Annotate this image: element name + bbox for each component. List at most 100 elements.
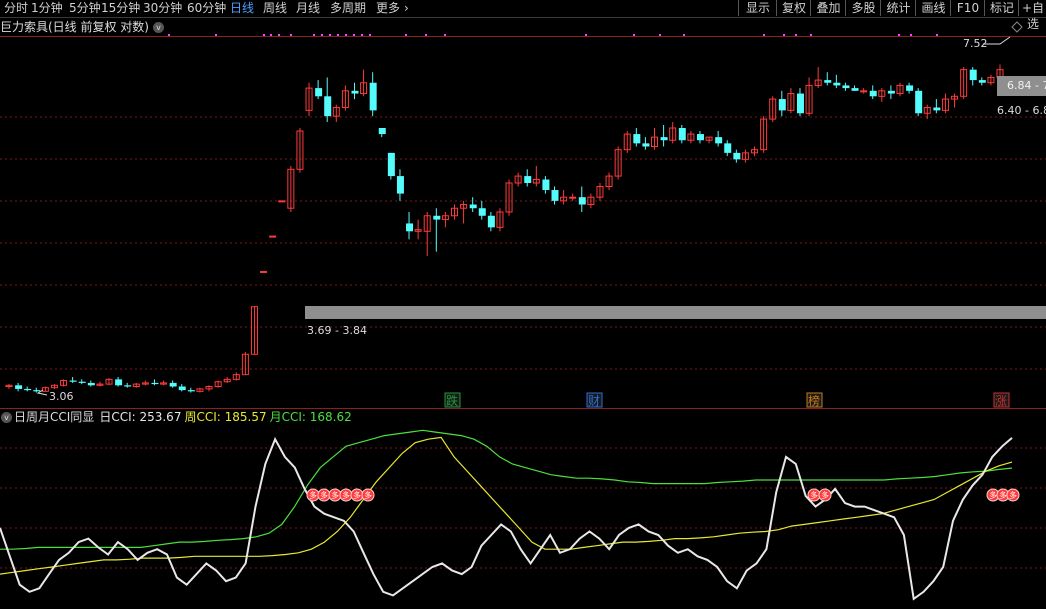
signal-dot	[345, 34, 347, 36]
candle-body	[187, 390, 195, 392]
event-badge-label: 涨	[995, 393, 1007, 408]
candle-body	[633, 134, 641, 144]
buy-signal-glyph: 多	[821, 490, 829, 500]
signal-dot	[369, 34, 371, 36]
buy-signal-glyph: 多	[320, 490, 328, 500]
candle-body	[933, 107, 941, 111]
candle-body	[860, 90, 868, 93]
candle-body	[578, 197, 586, 205]
low-price-label: 3.06	[49, 390, 74, 403]
signal-dot	[215, 34, 217, 36]
signal-dot	[444, 34, 446, 36]
candle-body	[433, 215, 441, 220]
signal-dot	[783, 34, 785, 36]
event-badge-label: 榜	[808, 393, 820, 408]
candle-body	[969, 69, 977, 81]
candle-body	[869, 90, 877, 97]
event-badge-label: 跌	[446, 393, 458, 408]
signal-dot	[405, 34, 407, 36]
price-range-mid-label: 6.40 - 6.8	[997, 104, 1046, 117]
candle-body	[178, 386, 186, 391]
candle-body	[260, 270, 268, 273]
candle-body	[33, 390, 41, 392]
signal-dot	[585, 34, 587, 36]
buy-signal-glyph: 多	[331, 490, 339, 500]
candle-body	[378, 128, 386, 135]
candle-body	[642, 143, 650, 147]
signal-dot	[763, 34, 765, 36]
buy-signal-glyph: 多	[342, 490, 350, 500]
buy-signal-glyph: 多	[999, 490, 1007, 500]
candle-body	[406, 223, 414, 232]
candle-body	[351, 90, 359, 94]
signal-dot	[337, 34, 339, 36]
candle-body	[78, 381, 86, 383]
diamond-icon	[1011, 21, 1023, 33]
signal-dot	[683, 34, 685, 36]
candle-body	[87, 382, 95, 386]
candle-body	[124, 385, 132, 387]
candle-body	[851, 88, 859, 91]
signal-dot	[263, 34, 265, 36]
candle-body	[115, 379, 123, 386]
candle-body	[324, 96, 332, 117]
signal-dot	[278, 34, 280, 36]
candle-body	[724, 143, 732, 153]
candle-body	[69, 380, 77, 382]
candle-body	[542, 179, 550, 191]
candle-body	[15, 385, 23, 389]
signal-dot	[910, 34, 912, 36]
candle-body	[569, 196, 577, 199]
signal-dot	[353, 34, 355, 36]
candle-body	[369, 82, 377, 111]
candle-body	[915, 90, 923, 114]
candle-body	[778, 99, 786, 111]
candle-body	[169, 382, 177, 387]
signal-dot	[168, 34, 170, 36]
candle-body	[151, 382, 159, 385]
signal-dot	[313, 34, 315, 36]
price-range-high-label: 6.84 - 7	[1007, 79, 1046, 92]
candle-body	[824, 80, 832, 83]
day-cci-line	[0, 436, 1013, 601]
price-range-bar	[305, 306, 1046, 319]
candle-body	[469, 204, 477, 209]
candle-body	[796, 93, 804, 114]
candle-body	[906, 85, 914, 91]
candle-body	[24, 388, 32, 391]
candle-body	[678, 128, 686, 141]
candle-body	[396, 176, 404, 194]
buy-signal-glyph: 多	[989, 490, 997, 500]
signal-dot	[290, 34, 292, 36]
candle-body	[478, 208, 486, 216]
candle-body	[696, 134, 704, 141]
event-badge-label: 财	[588, 394, 600, 408]
candle-body	[833, 82, 841, 86]
signal-dot	[425, 34, 427, 36]
candle-body	[487, 215, 495, 228]
chart-canvas[interactable]: 3.69 - 3.846.84 - 76.40 - 6.87.523.06 跌财榜…	[0, 0, 1046, 609]
signal-dot	[659, 34, 661, 36]
candle-body	[269, 235, 277, 238]
signal-dot	[810, 34, 812, 36]
candle-body	[978, 80, 986, 83]
price-range-low-label: 3.69 - 3.84	[307, 324, 367, 337]
candle-body	[887, 90, 895, 94]
signal-dot	[270, 34, 272, 36]
candle-body	[524, 176, 532, 183]
signal-dot	[321, 34, 323, 36]
signal-dot	[633, 34, 635, 36]
candle-body	[733, 152, 741, 160]
candle-body	[387, 152, 395, 177]
candle-body	[842, 85, 850, 89]
signal-dot	[361, 34, 363, 36]
buy-signal-glyph: 多	[1009, 490, 1017, 500]
buy-signal-glyph: 多	[810, 490, 818, 500]
candle-body	[278, 200, 286, 203]
buy-signal-glyph: 多	[364, 490, 372, 500]
signal-dot	[329, 34, 331, 36]
candle-body	[715, 137, 723, 144]
buy-signal-glyph: 多	[353, 490, 361, 500]
candle-body	[660, 137, 668, 141]
buy-signal-glyph: 多	[309, 490, 317, 500]
